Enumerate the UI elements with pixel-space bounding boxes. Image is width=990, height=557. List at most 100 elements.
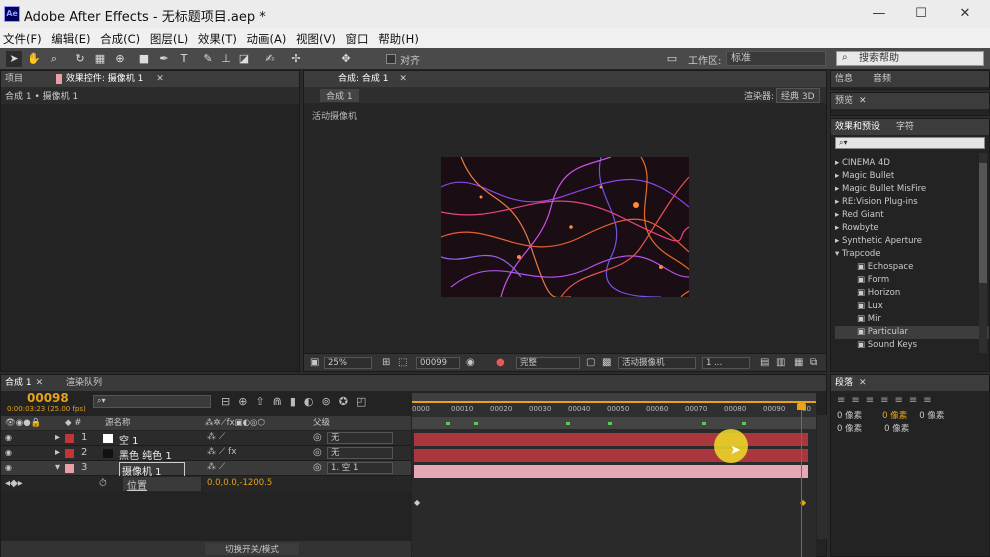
effects-category-item[interactable]: ▸ CINEMA 4D — [835, 157, 989, 170]
playhead[interactable] — [801, 401, 802, 557]
first-line-field[interactable]: 0 像素 — [919, 411, 944, 421]
close-comp-tab-icon[interactable]: ✕ — [399, 74, 407, 84]
tab-project[interactable]: 项目 — [5, 74, 23, 84]
tab-preview[interactable]: 预览 — [835, 96, 853, 106]
type-tool-icon[interactable]: T — [176, 51, 192, 67]
resolution-select[interactable]: 完整 — [516, 357, 580, 369]
label-color-swatch[interactable] — [65, 464, 74, 473]
view-select[interactable]: 活动摄像机 — [618, 357, 696, 369]
space-before-field[interactable]: 0 像素 — [837, 424, 862, 434]
effects-category-item[interactable]: ▸ RE:Vision Plug-ins — [835, 196, 989, 209]
label-color-swatch[interactable] — [65, 449, 74, 458]
parent-select[interactable]: 无 — [327, 447, 393, 459]
search-help-input[interactable]: 搜索帮助 — [836, 51, 984, 66]
camera-tool-icon[interactable]: ▦ — [92, 51, 108, 67]
comp-marker-bar[interactable] — [412, 417, 816, 429]
tab-audio[interactable]: 音频 — [873, 74, 891, 84]
keyframe-nav-icon[interactable]: ◂◆▸ — [5, 478, 23, 489]
menu-edit[interactable]: 编辑(E) — [48, 28, 93, 47]
expand-arrow-icon[interactable]: ▾ — [835, 249, 839, 259]
layer-row[interactable]: ◉ ▸ 1 空 1 ⁂ ⟋ ◎ 无 — [1, 431, 411, 447]
menu-file[interactable]: 文件(F) — [0, 28, 45, 47]
rotate-tool-icon[interactable]: ↻ — [72, 51, 88, 67]
tab-composition[interactable]: 合成: 合成 1 — [338, 74, 388, 84]
region-of-interest-icon[interactable]: ▢ — [586, 357, 595, 368]
position-value[interactable]: 0.0,0.0,-1200.5 — [207, 478, 272, 488]
layer-switches[interactable]: ⁂ ⟋ — [207, 462, 225, 472]
tab-info[interactable]: 信息 — [835, 74, 853, 84]
menu-layer[interactable]: 图层(L) — [147, 28, 191, 47]
effects-scrollbar[interactable] — [979, 153, 987, 353]
stopwatch-icon[interactable]: ⏱ — [99, 478, 107, 489]
safe-area-icon[interactable]: ⊞ — [382, 357, 390, 368]
fast-previews-icon[interactable]: ▥ — [776, 357, 785, 368]
twirl-arrow-icon[interactable]: ▾ — [55, 462, 60, 473]
expand-arrow-icon[interactable]: ▸ — [835, 184, 839, 194]
channel-icon[interactable]: ● — [496, 357, 505, 368]
tab-paragraph[interactable]: 段落 — [835, 378, 853, 388]
frame-field[interactable]: 00099 — [416, 357, 460, 369]
effects-category-item[interactable]: ▾ Trapcode — [835, 248, 989, 261]
visibility-eye-icon[interactable]: ◉ — [5, 448, 12, 457]
layer-search-input[interactable]: ⌕▾ — [93, 395, 211, 408]
expand-arrow-icon[interactable]: ▸ — [835, 158, 839, 168]
trapcode-effect-item[interactable]: ▣ Mir — [835, 313, 989, 326]
trapcode-effect-item[interactable]: ▣ Particular — [835, 326, 989, 339]
menu-composition[interactable]: 合成(C) — [97, 28, 143, 47]
tab-render-queue[interactable]: 渲染队列 — [66, 378, 102, 388]
zoom-tool-icon[interactable]: ⌕ — [46, 51, 62, 67]
layer-switches[interactable]: ⁂ ⟋ — [207, 432, 225, 442]
trapcode-effect-item[interactable]: ▣ Echospace — [835, 261, 989, 274]
space-after-field[interactable]: 0 像素 — [884, 424, 909, 434]
expand-arrow-icon[interactable]: ▸ — [835, 223, 839, 233]
eraser-tool-icon[interactable]: ◪ — [236, 51, 252, 67]
layer-bar-2[interactable] — [414, 449, 808, 462]
layer-name[interactable]: 黑色 纯色 1 — [119, 447, 172, 462]
effects-category-item[interactable]: ▸ Magic Bullet MisFire — [835, 183, 989, 196]
workspace-select[interactable]: 标准 — [726, 51, 826, 66]
flowchart-icon[interactable]: ⧉ — [810, 357, 817, 368]
visibility-eye-icon[interactable]: ◉ — [5, 433, 12, 442]
expand-arrow-icon[interactable]: ▸ — [835, 210, 839, 220]
comp-flowchart-tab[interactable]: 合成 1 — [320, 89, 359, 102]
zoom-select[interactable]: 25% — [324, 357, 372, 369]
selection-tool-icon[interactable]: ➤ — [6, 51, 22, 67]
layer-bar-3[interactable] — [414, 465, 808, 478]
views-layout-select[interactable]: 1 ... — [702, 357, 750, 369]
close-button[interactable]: ✕ — [952, 4, 978, 24]
pixel-aspect-icon[interactable]: ▤ — [760, 357, 769, 368]
pickwhip-icon[interactable]: ◎ — [313, 447, 322, 458]
position-property-row[interactable]: ◂◆▸ ⏱ 位置 0.0,0.0,-1200.5 — [1, 476, 411, 492]
particle-preview-image[interactable] — [441, 157, 689, 297]
work-area-bar[interactable] — [412, 393, 816, 403]
menu-window[interactable]: 窗口 — [343, 28, 372, 47]
pan-behind-tool-icon[interactable]: ⊕ — [112, 51, 128, 67]
indent-left-field[interactable]: 0 像素 — [837, 411, 862, 421]
layer-name[interactable]: 空 1 — [119, 432, 139, 447]
minimize-button[interactable]: — — [866, 4, 892, 24]
layer-row[interactable]: ◉ ▾ 3 摄像机 1 ⁂ ⟋ ◎ 1. 空 1 — [1, 461, 411, 479]
effects-search-input[interactable]: ⌕▾ — [835, 137, 985, 149]
close-tab-icon[interactable]: ✕ — [156, 74, 164, 84]
menu-effect[interactable]: 效果(T) — [195, 28, 240, 47]
twirl-arrow-icon[interactable]: ▸ — [55, 447, 60, 458]
tab-effects-presets[interactable]: 效果和预设 — [835, 122, 880, 132]
toggle-switches-modes-button[interactable]: 切换开关/模式 — [205, 543, 299, 555]
indent-right-field[interactable]: 0 像素 — [882, 411, 907, 421]
trapcode-effect-item[interactable]: ▣ Horizon — [835, 287, 989, 300]
visibility-eye-icon[interactable]: ◉ — [5, 463, 12, 472]
menu-view[interactable]: 视图(V) — [293, 28, 339, 47]
current-time-display[interactable]: 00098 — [27, 391, 69, 405]
tab-effect-controls[interactable]: 效果控件: 摄像机 1 — [55, 74, 144, 84]
layer-row[interactable]: ◉ ▸ 2 黑色 纯色 1 ⁂ ⟋ fx ◎ 无 — [1, 446, 411, 462]
pickwhip-icon[interactable]: ◎ — [313, 462, 322, 473]
brush-tool-icon[interactable]: ✎ — [200, 51, 216, 67]
tab-timeline-comp[interactable]: 合成 1 — [5, 378, 32, 388]
snap-checkbox[interactable] — [386, 54, 396, 64]
alignment-buttons[interactable]: ≡≡≡≡≡≡≡ — [831, 391, 989, 410]
twirl-arrow-icon[interactable]: ▸ — [55, 432, 60, 443]
layer-bar-1[interactable] — [414, 433, 808, 446]
region-icon[interactable]: ▣ — [310, 357, 319, 368]
layer-switches[interactable]: ⁂ ⟋ fx — [207, 447, 237, 457]
playhead-handle[interactable] — [797, 401, 806, 410]
